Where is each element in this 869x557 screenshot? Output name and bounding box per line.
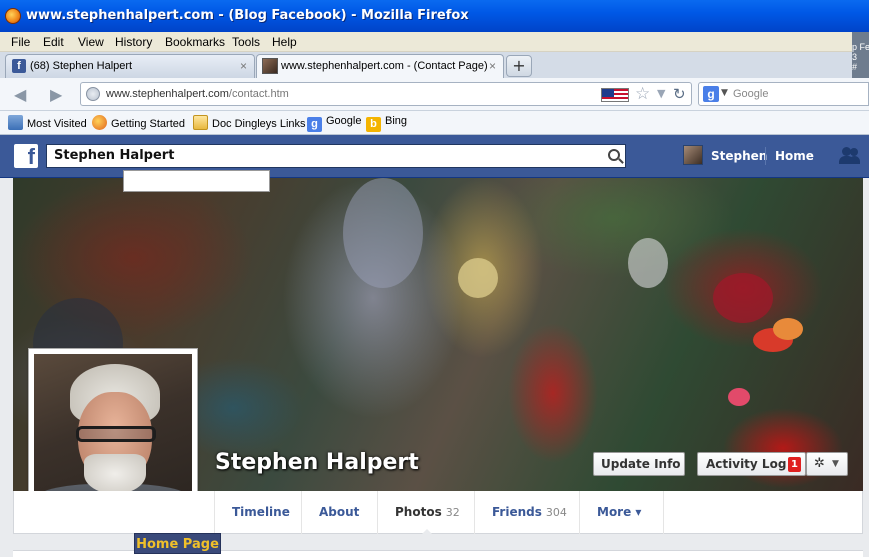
search-engine-box[interactable]: g ▼ Google [698,82,869,106]
bookmark-google[interactable]: g Google [307,115,361,132]
menu-bookmarks[interactable]: Bookmarks [165,35,225,49]
facebook-logo-icon[interactable]: f [14,144,38,169]
home-link[interactable]: Home [775,149,814,163]
tab-bar: f (68) Stephen Halpert × www.stephenhalp… [0,52,852,79]
us-flag-icon[interactable] [601,88,629,102]
tab-photos[interactable]: Photos 32 [377,491,475,535]
menu-history[interactable]: History [115,35,152,49]
divider [765,147,766,165]
menu-view[interactable]: View [78,35,104,49]
bing-icon: b [366,117,381,132]
most-visited-icon [8,115,23,130]
tab-about[interactable]: About [301,491,378,534]
notification-badge: 1 [788,457,801,472]
navigation-bar: ◀ ▶ www.stephenhalpert.com/contact.htm ☆… [0,78,869,111]
bookmark-bing[interactable]: b Bing [366,115,407,132]
background-window-text: p Fe 3 # [852,42,869,72]
profile-name[interactable]: Stephen Halpert [215,450,419,475]
reload-icon[interactable]: ↻ [673,85,686,103]
chevron-down-icon: ▼ [832,459,839,469]
home-page-link[interactable]: Home Page [134,533,221,554]
search-placeholder: Google [733,88,769,100]
window-title-bar: www.stephenhalpert.com - (Blog Facebook)… [0,0,869,32]
menu-help[interactable]: Help [272,35,297,49]
firefox-icon [92,115,107,130]
close-icon[interactable]: × [489,59,496,73]
bookmark-doc-dingleys-links[interactable]: Doc Dingleys Links [193,115,306,130]
menu-edit[interactable]: Edit [43,35,64,49]
window-title: www.stephenhalpert.com - (Blog Facebook)… [26,8,469,23]
tab-facebook[interactable]: f (68) Stephen Halpert × [5,54,255,78]
google-icon[interactable]: g [703,86,719,102]
bookmark-most-visited[interactable]: Most Visited [8,115,87,130]
url-text: www.stephenhalpert.com/contact.htm [106,88,289,100]
forward-arrow-icon[interactable]: ▶ [50,85,62,104]
friend-requests-icon[interactable] [838,147,860,165]
facebook-search-input[interactable]: Stephen Halpert [46,144,626,168]
bookmark-getting-started[interactable]: Getting Started [92,115,185,130]
tab-friends[interactable]: Friends 304 [474,491,580,534]
search-query: Stephen Halpert [54,148,175,163]
firefox-icon [5,8,21,24]
settings-dropdown-button[interactable]: ✲ ▼ [806,452,848,476]
tab-contact-page[interactable]: www.stephenhalpert.com - (Contact Page) … [256,54,504,79]
search-icon[interactable] [608,149,620,161]
profile-nav-tabs: Timeline About Photos 32 Friends 304 More … [13,491,863,535]
bookmark-star-icon[interactable]: ☆ [635,84,650,104]
menu-file[interactable]: File [11,35,30,49]
tab-more[interactable]: More ▾ [579,491,664,534]
activity-log-button[interactable]: Activity Log 1 [697,452,806,476]
menu-bar: File Edit View History Bookmarks Tools H… [0,32,852,52]
globe-icon [86,87,100,101]
gear-icon: ✲ [814,456,825,471]
menu-tools[interactable]: Tools [232,35,260,49]
site-favicon-icon [262,58,278,74]
url-bar[interactable]: www.stephenhalpert.com/contact.htm ☆ ▼ ↻ [80,82,692,106]
avatar[interactable] [683,145,703,165]
tab-timeline[interactable]: Timeline [214,491,302,534]
new-tab-button[interactable]: + [506,55,532,77]
tab-label: www.stephenhalpert.com - (Contact Page) [281,60,488,72]
facebook-favicon-icon: f [12,59,26,73]
chevron-down-icon[interactable]: ▼ [721,88,728,98]
back-arrow-icon[interactable]: ◀ [14,85,26,104]
tab-label: (68) Stephen Halpert [30,60,133,72]
bookmarks-bar: Most Visited Getting Started Doc Dingley… [0,111,869,135]
profile-photo [34,354,192,512]
close-icon[interactable]: × [240,59,247,73]
folder-icon [193,115,208,130]
url-dropdown-icon[interactable]: ▼ [657,87,665,100]
google-icon: g [307,117,322,132]
search-suggestion-box [123,170,270,192]
user-name-link[interactable]: Stephen [711,149,767,163]
update-info-button[interactable]: Update Info [593,452,685,476]
